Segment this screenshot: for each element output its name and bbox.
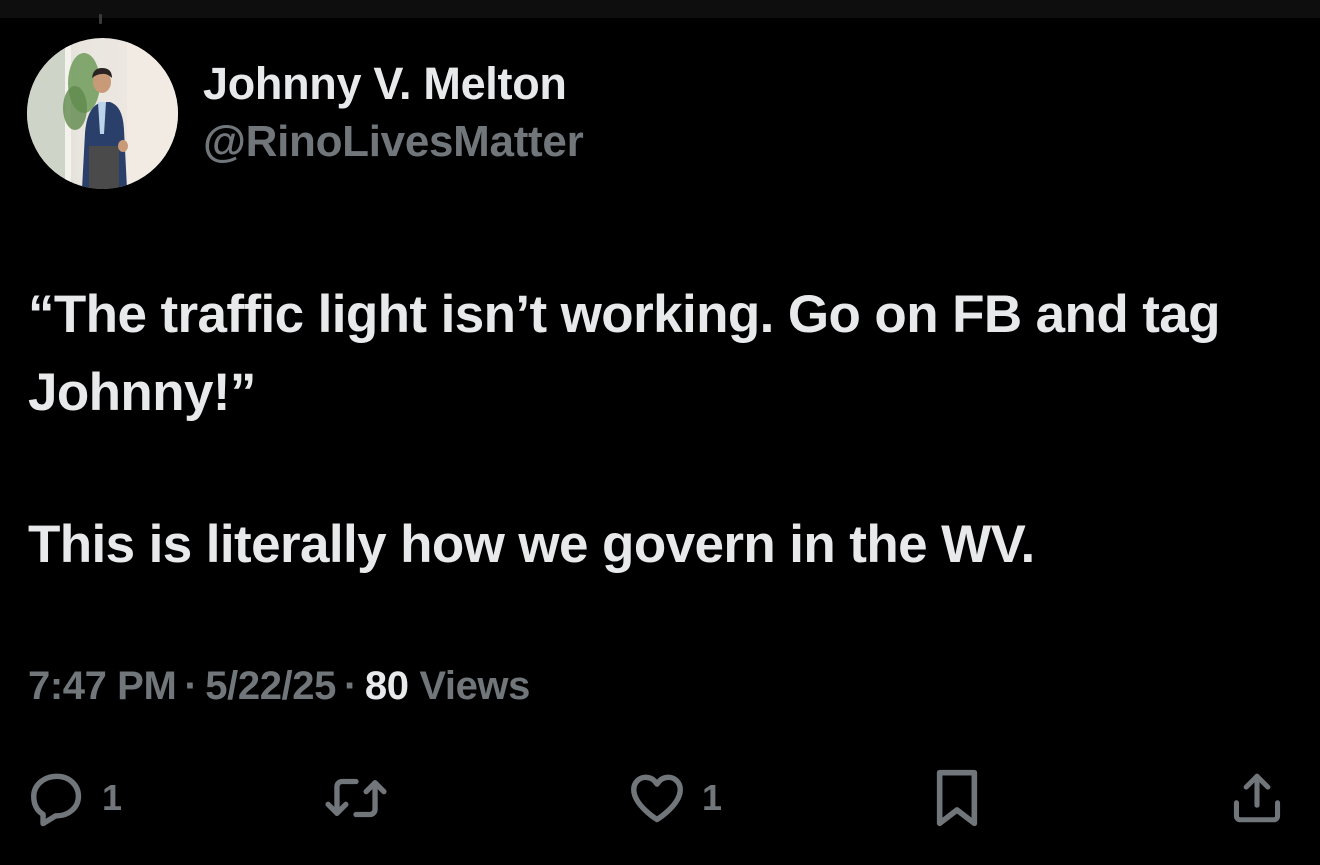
reply-icon <box>26 767 88 829</box>
meta-separator: · <box>343 664 357 708</box>
reply-button[interactable]: 1 <box>26 763 122 833</box>
tweet-paragraph: “The traffic light isn’t working. Go on … <box>28 285 1221 422</box>
share-icon <box>1228 767 1286 829</box>
tweet-date[interactable]: 5/22/25 <box>205 664 336 708</box>
tweet-paragraph: This is literally how we govern in the W… <box>28 515 1035 574</box>
top-bar <box>0 0 1320 24</box>
retweet-button[interactable] <box>323 763 403 833</box>
views-label: Views <box>419 664 530 708</box>
like-count: 1 <box>702 777 723 818</box>
bookmark-icon <box>930 766 984 830</box>
share-button[interactable] <box>1228 763 1286 833</box>
display-name[interactable]: Johnny V. Melton <box>203 55 583 113</box>
tweet-time[interactable]: 7:47 PM <box>28 664 177 708</box>
heart-icon <box>626 767 688 829</box>
meta-separator: · <box>184 664 198 708</box>
views-count: 80 <box>364 664 409 708</box>
avatar[interactable] <box>27 37 178 189</box>
tweet-meta: 7:47 PM · 5/22/25 · 80 Views <box>28 658 530 714</box>
retweet-icon <box>323 767 389 829</box>
author-names: Johnny V. Melton @RinoLivesMatter <box>203 55 584 171</box>
action-bar: 1 1 <box>0 763 1320 833</box>
bookmark-button[interactable] <box>930 763 984 833</box>
like-button[interactable]: 1 <box>626 763 722 833</box>
tweet-text: “The traffic light isn’t working. Go on … <box>28 276 1293 584</box>
tweet: Johnny V. Melton @RinoLivesMatter “The t… <box>0 18 1320 865</box>
tweet-header: Johnny V. Melton @RinoLivesMatter <box>27 37 584 189</box>
user-handle[interactable]: @RinoLivesMatter <box>203 113 584 171</box>
reply-count: 1 <box>102 777 123 818</box>
